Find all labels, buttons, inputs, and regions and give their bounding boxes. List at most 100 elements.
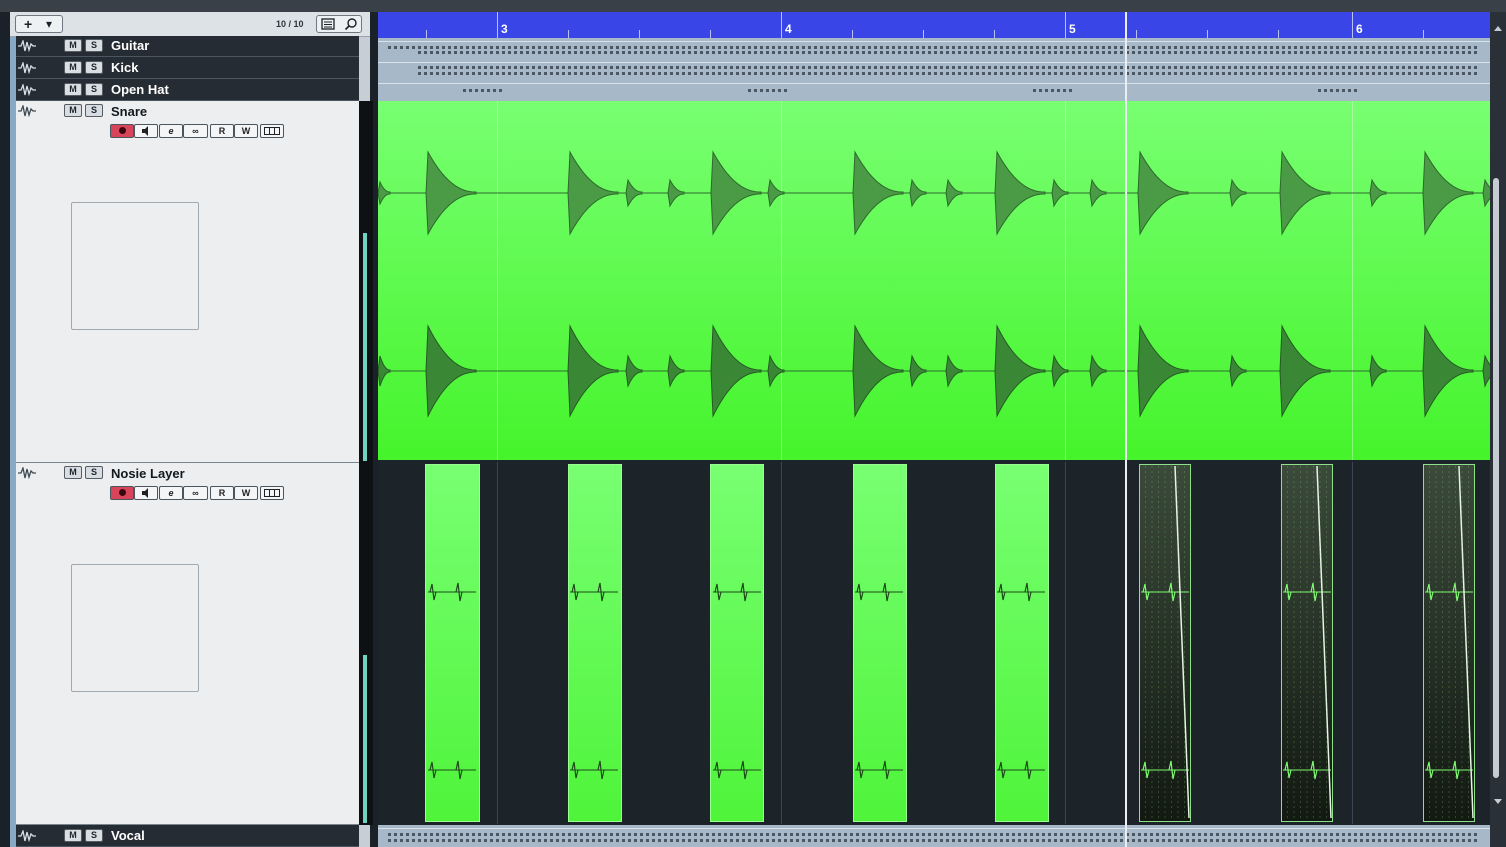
edit-button[interactable]: e xyxy=(159,124,183,138)
track-header-snare[interactable]: 6 M S Snare e ∞ R W xyxy=(16,101,373,463)
lanes-button[interactable] xyxy=(260,124,284,138)
mute-button[interactable]: M xyxy=(64,104,82,117)
meter-bar xyxy=(363,655,367,823)
waveform xyxy=(418,72,1478,75)
record-icon xyxy=(118,127,126,134)
write-automation-button[interactable]: W xyxy=(234,486,258,500)
track-name[interactable]: Kick xyxy=(111,60,138,75)
lanes-button[interactable] xyxy=(260,486,284,500)
lanes-icon xyxy=(264,489,280,497)
track-header-open-hat[interactable]: 5 M S Open Hat xyxy=(16,79,359,101)
scroll-up-icon[interactable] xyxy=(1493,24,1503,32)
waveform xyxy=(418,51,1478,54)
track-name[interactable]: Open Hat xyxy=(111,82,169,97)
track-header-kick[interactable]: 4 M S Kick xyxy=(16,57,359,79)
mute-button[interactable]: M xyxy=(64,829,82,842)
solo-button[interactable]: S xyxy=(85,466,103,479)
bar-tick xyxy=(1065,12,1066,38)
window-left-edge xyxy=(0,12,10,847)
beat-tick xyxy=(1207,30,1208,38)
track-name[interactable]: Guitar xyxy=(111,38,149,53)
beat-tick xyxy=(923,30,924,38)
audio-waveform-icon xyxy=(18,40,36,52)
read-automation-button[interactable]: R xyxy=(210,124,234,138)
window-top-strip xyxy=(0,0,1506,12)
level-meter xyxy=(359,101,373,463)
track-header-vocal[interactable]: 8 M S Vocal xyxy=(16,825,359,847)
edit-icon: e xyxy=(168,126,174,136)
bar-number: 3 xyxy=(501,22,508,36)
beat-tick xyxy=(1423,30,1424,38)
plus-icon: + xyxy=(24,16,33,32)
edit-button[interactable]: e xyxy=(159,486,183,500)
arrange-window[interactable] xyxy=(378,38,1490,847)
snare-event[interactable] xyxy=(378,101,1490,460)
level-meter xyxy=(359,463,373,825)
mute-button[interactable]: M xyxy=(64,83,82,96)
mute-button[interactable]: M xyxy=(64,39,82,52)
link-button[interactable]: ∞ xyxy=(183,486,208,500)
lane-line xyxy=(378,83,1490,84)
audio-waveform-icon xyxy=(18,84,36,96)
vocal-event[interactable] xyxy=(378,825,1490,847)
beat-tick xyxy=(994,30,995,38)
add-track-button[interactable]: + ▾ xyxy=(15,15,63,33)
track-picture-placeholder[interactable] xyxy=(71,202,199,330)
scroll-down-icon[interactable] xyxy=(1493,798,1503,806)
solo-button[interactable]: S xyxy=(85,39,103,52)
link-icon: ∞ xyxy=(192,126,199,136)
bar-number: 5 xyxy=(1069,22,1076,36)
record-icon xyxy=(118,489,126,496)
lane-line xyxy=(378,62,1490,63)
solo-button[interactable]: S xyxy=(85,83,103,96)
audio-waveform-icon xyxy=(18,62,36,74)
track-header-nosie-layer[interactable]: 7 M S Nosie Layer e ∞ R W xyxy=(16,463,373,825)
bar-number: 6 xyxy=(1356,22,1363,36)
monitor-button[interactable] xyxy=(134,124,158,138)
monitor-button[interactable] xyxy=(134,486,158,500)
waveform xyxy=(388,833,1478,836)
bar-tick xyxy=(497,12,498,38)
lane-line xyxy=(378,41,1490,42)
beat-tick xyxy=(1278,30,1279,38)
snare-waveform xyxy=(378,150,1490,418)
track-list-toolbar: + ▾ 10 / 10 xyxy=(10,12,370,37)
speaker-icon xyxy=(142,488,148,498)
lanes-icon xyxy=(264,127,280,135)
list-icon[interactable] xyxy=(321,18,335,30)
track-list-options xyxy=(316,15,362,33)
timeline-ruler[interactable]: 3 4 5 6 xyxy=(378,12,1490,38)
kick-event[interactable] xyxy=(378,58,1490,80)
read-automation-button[interactable]: R xyxy=(210,486,234,500)
record-enable-button[interactable] xyxy=(110,486,134,500)
mute-button[interactable]: M xyxy=(64,61,82,74)
beat-tick xyxy=(710,30,711,38)
record-enable-button[interactable] xyxy=(110,124,134,138)
solo-button[interactable]: S xyxy=(85,104,103,117)
search-icon[interactable] xyxy=(344,17,358,31)
mute-button[interactable]: M xyxy=(64,466,82,479)
link-button[interactable]: ∞ xyxy=(183,124,208,138)
write-automation-button[interactable]: W xyxy=(234,124,258,138)
playback-cursor[interactable] xyxy=(1125,12,1127,847)
bar-number: 4 xyxy=(785,22,792,36)
solo-button[interactable]: S xyxy=(85,829,103,842)
noise-waveforms xyxy=(428,465,1474,819)
waveform xyxy=(1318,89,1358,92)
track-picture-placeholder[interactable] xyxy=(71,564,199,692)
audio-waveform-icon xyxy=(18,105,36,117)
solo-button[interactable]: S xyxy=(85,61,103,74)
open-hat-event[interactable] xyxy=(378,80,1490,101)
track-name[interactable]: Snare xyxy=(111,104,147,119)
guitar-event[interactable] xyxy=(378,38,1490,58)
track-name[interactable]: Vocal xyxy=(111,828,145,843)
chevron-down-icon: ▾ xyxy=(46,17,53,31)
track-header-guitar[interactable]: 3 M S Guitar xyxy=(16,36,359,57)
waveform xyxy=(388,839,1478,842)
scrollbar-thumb[interactable] xyxy=(1493,178,1499,778)
audio-waveform-icon xyxy=(18,830,36,842)
lane-line xyxy=(378,828,1490,829)
track-name[interactable]: Nosie Layer xyxy=(111,466,185,481)
link-icon: ∞ xyxy=(192,488,199,498)
beat-tick xyxy=(639,30,640,38)
